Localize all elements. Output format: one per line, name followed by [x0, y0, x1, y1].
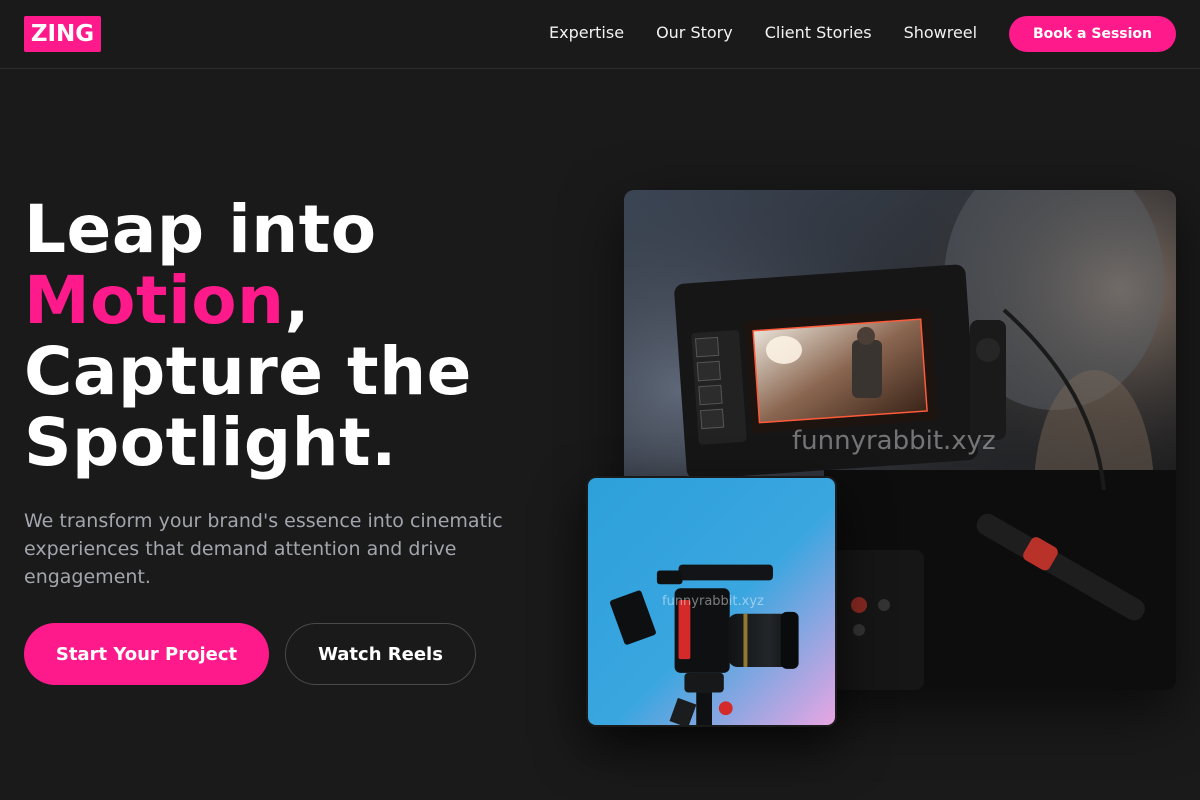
nav-link-client-stories[interactable]: Client Stories	[765, 22, 872, 44]
watermark-text-small: funnyrabbit.xyz	[662, 594, 764, 609]
watch-reels-button[interactable]: Watch Reels	[285, 623, 476, 685]
headline-accent: Motion	[24, 262, 285, 339]
book-session-button[interactable]: Book a Session	[1009, 16, 1176, 52]
logo[interactable]: ZING	[24, 16, 101, 52]
watermark-text: funnyrabbit.xyz	[792, 426, 996, 456]
headline-line-4: Spotlight.	[24, 404, 397, 481]
nav-links: Expertise Our Story Client Stories Showr…	[549, 22, 1009, 44]
headline-line-3: Capture the	[24, 333, 472, 410]
hero-headline: Leap into Motion, Capture the Spotlight.	[24, 194, 584, 478]
nav-link-showreel[interactable]: Showreel	[904, 22, 978, 44]
nav-link-expertise[interactable]: Expertise	[549, 22, 624, 44]
camera-on-tripod-photo: funnyrabbit.xyz	[586, 476, 837, 727]
headline-comma: ,	[284, 262, 311, 339]
top-navbar: ZING Expertise Our Story Client Stories …	[0, 0, 1200, 69]
headline-line-1: Leap into	[24, 191, 377, 268]
start-project-button[interactable]: Start Your Project	[24, 623, 269, 685]
nav-link-our-story[interactable]: Our Story	[656, 22, 733, 44]
hero-subtext: We transform your brand's essence into c…	[24, 510, 503, 588]
